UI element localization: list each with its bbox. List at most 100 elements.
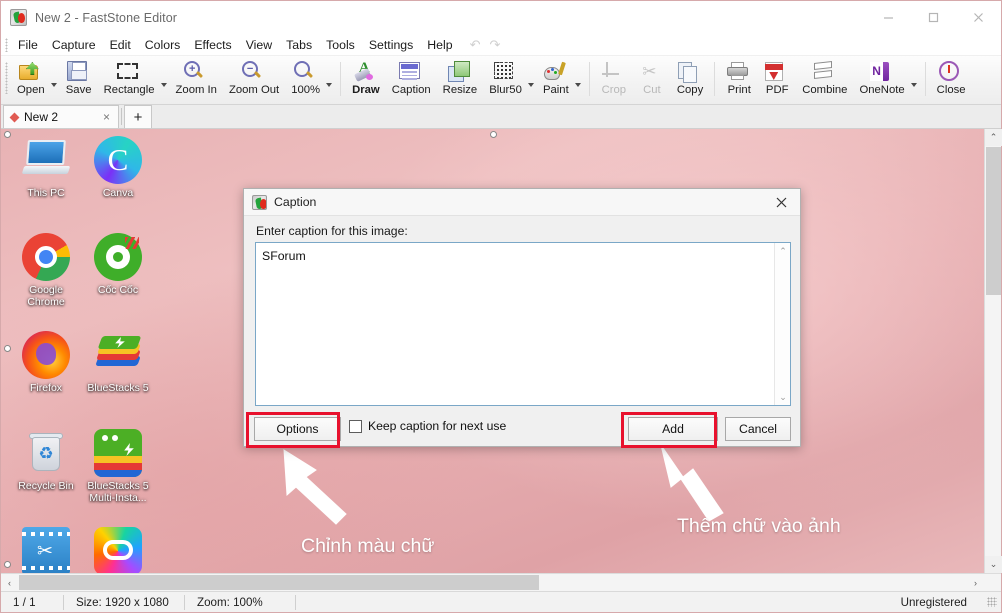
menu-item-tools[interactable]: Tools: [319, 36, 362, 54]
add-button[interactable]: Add: [628, 417, 718, 441]
desktop-icon-bluestacks-5[interactable]: BlueStacks 5: [81, 331, 155, 394]
toolbar-separator: [924, 62, 926, 96]
toolbar-button-combine[interactable]: Combine: [796, 56, 853, 103]
scroll-left-icon[interactable]: ‹: [1, 574, 18, 591]
menu-item-settings[interactable]: Settings: [362, 36, 420, 54]
desktop-icon-recycle-bin[interactable]: ♻ Recycle Bin: [9, 429, 83, 492]
window-title: New 2 - FastStone Editor: [35, 10, 178, 25]
vertical-scroll-thumb[interactable]: [986, 147, 1001, 295]
scroll-down-icon[interactable]: ⌄: [985, 556, 1002, 573]
desktop-icon-creative-cloud[interactable]: [81, 527, 155, 573]
cancel-button[interactable]: Cancel: [725, 417, 791, 441]
menu-item-file[interactable]: File: [11, 36, 45, 54]
desktop-icon-label: BlueStacks 5 Multi-Insta...: [87, 480, 149, 504]
canvas-handle-top-center[interactable]: [490, 131, 497, 138]
caption-textarea[interactable]: SForum ⌃ ⌄: [255, 242, 791, 406]
open-dropdown-arrow[interactable]: [50, 56, 60, 103]
canvas-horizontal-scrollbar[interactable]: ‹ ›: [1, 573, 1001, 591]
scroll-right-icon[interactable]: ›: [967, 574, 984, 591]
open-folder-icon: [18, 59, 43, 83]
resize-grip-icon[interactable]: [987, 597, 997, 607]
toolbar-button-blur[interactable]: Blur50: [483, 56, 528, 103]
scroll-up-icon[interactable]: ⌃: [985, 129, 1002, 146]
status-page: 1 / 1: [13, 595, 36, 609]
menu-drag-grip[interactable]: [5, 37, 8, 52]
toolbar-button-zoom-in[interactable]: + Zoom In: [170, 56, 223, 103]
toolbar-button-zoom-out[interactable]: − Zoom Out: [223, 56, 285, 103]
minimize-button[interactable]: [866, 1, 911, 33]
menu-item-effects[interactable]: Effects: [187, 36, 238, 54]
title-bar: New 2 - FastStone Editor: [1, 1, 1001, 34]
dialog-title-bar: Caption: [244, 189, 800, 216]
menu-item-view[interactable]: View: [239, 36, 279, 54]
undo-icon[interactable]: ↶: [470, 37, 481, 53]
paint-dropdown-arrow[interactable]: [574, 56, 584, 103]
creative-cloud-icon: [94, 527, 142, 573]
toolbar-drag-grip[interactable]: [5, 62, 8, 94]
desktop-icon-bluestacks-multi-instance[interactable]: BlueStacks 5 Multi-Insta...: [81, 429, 155, 504]
toolbar-button-save[interactable]: Save: [60, 56, 98, 103]
menu-item-tabs[interactable]: Tabs: [279, 36, 319, 54]
faststone-logo-icon: [10, 9, 27, 26]
menu-bar: File Capture Edit Colors Effects View Ta…: [1, 34, 1001, 56]
onenote-dropdown-arrow[interactable]: [910, 56, 920, 103]
menu-item-edit[interactable]: Edit: [103, 36, 138, 54]
draw-icon: A: [353, 59, 378, 83]
rectangle-dropdown-arrow[interactable]: [160, 56, 170, 103]
textarea-scroll-down-icon[interactable]: ⌄: [775, 389, 791, 405]
checkbox-box[interactable]: [349, 419, 362, 433]
toolbar-label: Crop: [601, 84, 627, 96]
status-zoom: Zoom: 100%: [197, 595, 263, 609]
toolbar-label: OneNote: [859, 84, 905, 96]
toolbar-label: Paint: [542, 84, 569, 96]
blur-dropdown-arrow[interactable]: [527, 56, 537, 103]
horizontal-scroll-thumb[interactable]: [19, 575, 539, 590]
toolbar-label: Draw: [352, 84, 380, 96]
tab-new-2[interactable]: New 2 ×: [3, 105, 119, 128]
toolbar-button-copy[interactable]: Copy: [671, 56, 709, 103]
desktop-icon-firefox[interactable]: Firefox: [9, 331, 83, 394]
desktop-icon-video-cutter[interactable]: ✂: [9, 527, 83, 573]
canva-icon: [94, 136, 142, 184]
menu-item-help[interactable]: Help: [420, 36, 459, 54]
toolbar-button-print[interactable]: Print: [720, 56, 758, 103]
keep-caption-checkbox[interactable]: Keep caption for next use: [349, 419, 506, 433]
toolbar-label: Combine: [802, 84, 848, 96]
paint-icon: [543, 59, 568, 83]
menu-item-capture[interactable]: Capture: [45, 36, 103, 54]
dialog-close-button[interactable]: [762, 189, 800, 216]
canvas-vertical-scrollbar[interactable]: ⌃ ⌄: [984, 129, 1002, 573]
toolbar-button-crop: Crop: [595, 56, 633, 103]
options-button[interactable]: Options: [254, 417, 341, 441]
desktop-icon-google-chrome[interactable]: Google Chrome: [9, 233, 83, 308]
caption-text-value: SForum: [262, 249, 306, 263]
toolbar-button-onenote[interactable]: OneNote: [853, 56, 910, 103]
toolbar-button-open[interactable]: Open: [11, 56, 51, 103]
menu-item-colors[interactable]: Colors: [138, 36, 188, 54]
desktop-icon-canva[interactable]: Canva: [81, 136, 155, 199]
this-pc-icon: [21, 136, 71, 184]
toolbar-button-resize[interactable]: Resize: [437, 56, 484, 103]
zoom-out-icon: −: [242, 59, 266, 83]
close-button[interactable]: [956, 1, 1001, 33]
desktop-icon-this-pc[interactable]: This PC: [9, 136, 83, 199]
zoom-dropdown-arrow[interactable]: [326, 56, 335, 103]
textarea-scroll-up-icon[interactable]: ⌃: [775, 243, 791, 259]
tab-separator: [121, 108, 122, 125]
maximize-button[interactable]: [911, 1, 956, 33]
toolbar-button-paint[interactable]: Paint: [537, 56, 575, 103]
toolbar-label: Zoom In: [175, 84, 217, 96]
tab-close-icon[interactable]: ×: [99, 110, 114, 124]
toolbar-button-zoom-100[interactable]: 100%: [285, 56, 326, 103]
add-tab-button[interactable]: +: [124, 105, 152, 128]
toolbar-label: PDF: [765, 84, 789, 96]
textarea-scrollbar[interactable]: ⌃ ⌄: [774, 243, 790, 405]
status-divider: [295, 594, 296, 610]
toolbar-button-caption[interactable]: Caption: [386, 56, 437, 103]
toolbar-button-close[interactable]: Close: [931, 56, 972, 103]
toolbar-button-draw[interactable]: A Draw: [346, 56, 386, 103]
toolbar-button-pdf[interactable]: PDF: [758, 56, 796, 103]
toolbar-button-rectangle[interactable]: Rectangle: [98, 56, 161, 103]
desktop-icon-coc-coc[interactable]: Cốc Cốc: [81, 233, 155, 296]
redo-icon[interactable]: ↷: [489, 37, 500, 53]
